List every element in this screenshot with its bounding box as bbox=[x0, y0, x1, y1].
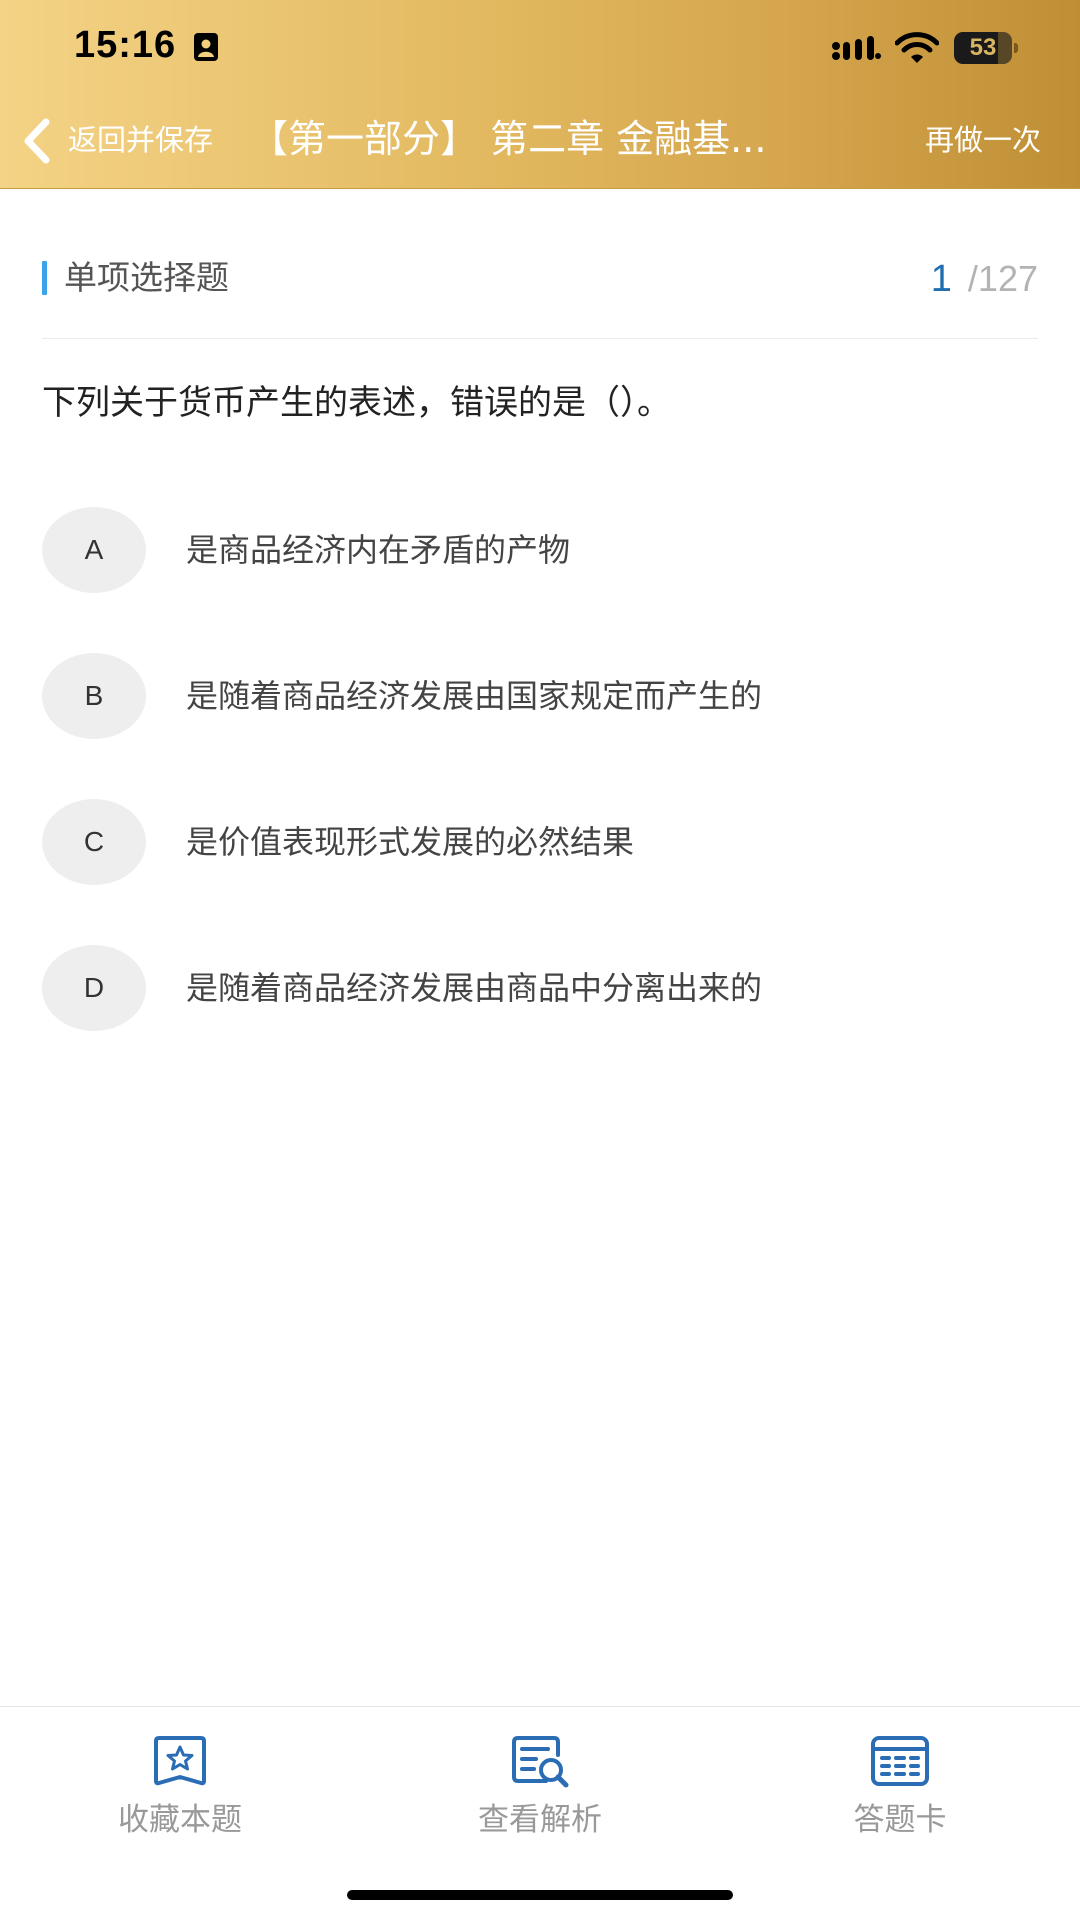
view-analysis-button[interactable]: 查看解析 bbox=[420, 1729, 660, 1849]
home-indicator[interactable] bbox=[347, 1890, 733, 1900]
favorite-label: 收藏本题 bbox=[118, 1802, 242, 1838]
redo-button[interactable]: 再做一次 bbox=[925, 120, 1041, 160]
battery-level: 53 bbox=[969, 34, 997, 61]
favorite-button[interactable]: 收藏本题 bbox=[60, 1729, 300, 1849]
option-text: 是商品经济内在矛盾的产物 bbox=[186, 531, 571, 569]
option-text: 是价值表现形式发展的必然结果 bbox=[186, 823, 635, 861]
option-text: 是随着商品经济发展由国家规定而产生的 bbox=[186, 677, 763, 715]
status-time: 15:16 bbox=[74, 24, 177, 66]
progress-current: 1 bbox=[930, 258, 952, 300]
option-a[interactable]: A 是商品经济内在矛盾的产物 bbox=[42, 507, 1038, 593]
option-letter: A bbox=[42, 507, 146, 593]
option-text: 是随着商品经济发展由商品中分离出来的 bbox=[186, 969, 763, 1007]
battery-indicator: 53 bbox=[954, 32, 1018, 64]
grid-card-icon bbox=[871, 1736, 929, 1786]
question-progress: 1/127 bbox=[931, 254, 1038, 312]
question-type-label: 单项选择题 bbox=[64, 258, 229, 297]
question-type-accent bbox=[42, 261, 47, 295]
answer-card-button[interactable]: 答题卡 bbox=[780, 1729, 1020, 1849]
nav-bar: 返回并保存 【第一部分】 第二章 金融基... 再做一次 bbox=[0, 100, 1080, 180]
star-bookmark-icon bbox=[154, 1736, 206, 1786]
question-stem: 下列关于货币产生的表述，错误的是（）。 bbox=[42, 383, 671, 423]
status-bar: 15:16 53 bbox=[0, 0, 1080, 96]
option-d[interactable]: D 是随着商品经济发展由商品中分离出来的 bbox=[42, 945, 1038, 1031]
back-save-button[interactable]: 返回并保存 bbox=[68, 120, 213, 160]
question-type-row: 单项选择题 1/127 bbox=[42, 256, 1038, 316]
option-c[interactable]: C 是价值表现形式发展的必然结果 bbox=[42, 799, 1038, 885]
header-divider bbox=[42, 338, 1038, 339]
document-search-icon bbox=[512, 1736, 569, 1788]
chevron-left-icon[interactable] bbox=[18, 118, 56, 164]
signal-icon bbox=[832, 36, 881, 60]
progress-total: /127 bbox=[967, 258, 1038, 299]
page-title: 【第一部分】 第二章 金融基... bbox=[250, 117, 767, 161]
option-letter: B bbox=[42, 653, 146, 739]
answer-card-label: 答题卡 bbox=[853, 1802, 947, 1838]
option-letter: C bbox=[42, 799, 146, 885]
wifi-icon bbox=[895, 32, 939, 63]
id-card-icon bbox=[194, 33, 218, 61]
view-analysis-label: 查看解析 bbox=[478, 1802, 602, 1838]
bottom-toolbar: 收藏本题 查看解析 答题卡 bbox=[0, 1706, 1080, 1921]
top-header: 15:16 53 返回并保存 【第一部分】 第二章 金融基... 再做一次 bbox=[0, 0, 1080, 189]
option-letter: D bbox=[42, 945, 146, 1031]
option-b[interactable]: B 是随着商品经济发展由国家规定而产生的 bbox=[42, 653, 1038, 739]
